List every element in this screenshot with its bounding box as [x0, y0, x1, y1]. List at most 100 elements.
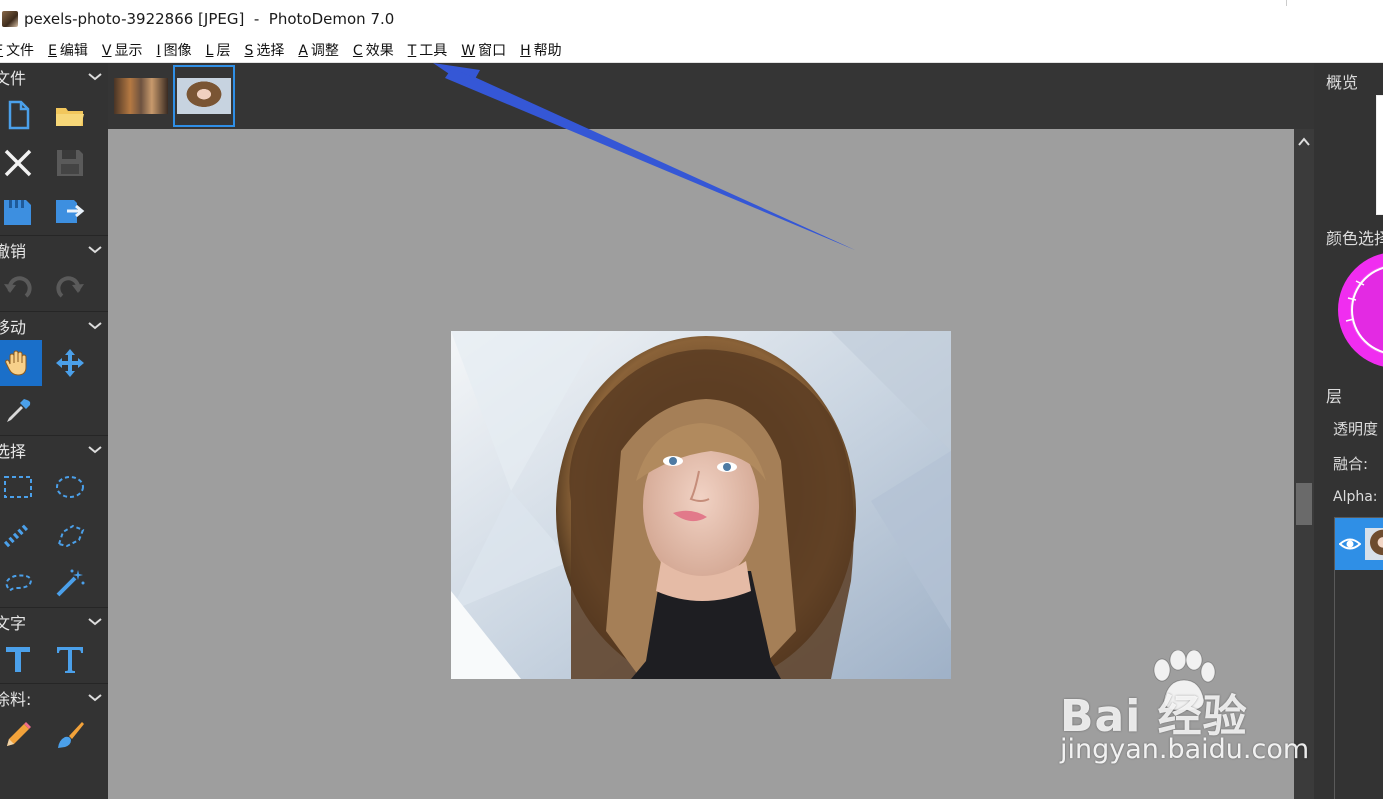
move-arrows-icon[interactable]	[46, 340, 94, 386]
menu-image[interactable]: I 图像	[157, 40, 192, 60]
opacity-label: 透明度	[1333, 420, 1379, 438]
image-tabs-strip	[108, 63, 1314, 129]
pencil-icon[interactable]	[0, 712, 42, 758]
color-selector-title: 颜色选择	[1326, 229, 1383, 248]
menu-effects-key: C	[352, 42, 363, 59]
menu-layer-label: 层	[216, 42, 231, 59]
section-undo-header[interactable]: 撤销	[0, 235, 108, 263]
save-copy-icon[interactable]	[0, 188, 42, 234]
line-select-icon[interactable]	[0, 512, 42, 558]
chevron-down-icon	[88, 617, 102, 625]
menu-adjust-label: 调整	[310, 42, 339, 59]
watermark-url: jingyan.baidu.com	[1060, 734, 1310, 765]
menu-help-key: H	[520, 42, 531, 59]
layer-row[interactable]	[1335, 518, 1383, 570]
window-controls-edge	[1286, 0, 1287, 6]
section-move-label: 移动	[0, 317, 27, 337]
text-typography-icon[interactable]	[46, 636, 94, 682]
chevron-down-icon	[88, 445, 102, 453]
toolbox-panel: 文件 撤销 移动 选择 文字 涂料:	[0, 63, 108, 799]
section-select-header[interactable]: 选择	[0, 435, 108, 463]
blend-mode-label: 融合:	[1333, 455, 1369, 473]
thumbnail-image	[114, 78, 168, 114]
title-bar: pexels-photo-3922866 [JPEG] - PhotoDemon…	[0, 0, 1383, 37]
color-wheel[interactable]	[1334, 253, 1383, 373]
menu-file[interactable]: F文件	[0, 40, 34, 60]
menu-help-label: 帮助	[533, 42, 562, 59]
menu-tools-key: T	[407, 42, 417, 59]
right-panel: 概览 颜色选择 层 透明度 融合: Alpha:	[1314, 63, 1383, 799]
section-select-label: 选择	[0, 441, 27, 461]
scrollbar-thumb[interactable]	[1296, 483, 1312, 525]
brush-icon[interactable]	[46, 712, 94, 758]
menu-edit-key: E	[48, 42, 57, 59]
layers-title: 层	[1326, 387, 1343, 406]
menu-adjust[interactable]: A 调整	[298, 40, 339, 60]
window-title: pexels-photo-3922866 [JPEG] - PhotoDemon…	[24, 9, 395, 28]
export-icon[interactable]	[46, 188, 94, 234]
menu-tools-label: 工具	[419, 42, 448, 59]
eyedropper-icon[interactable]	[0, 388, 42, 434]
menu-window-key: W	[461, 42, 476, 59]
section-undo-label: 撤销	[0, 241, 27, 261]
menu-select[interactable]: S 选择	[244, 40, 284, 60]
chevron-down-icon	[88, 321, 102, 329]
image-tab-thumbnail-active[interactable]	[173, 65, 235, 127]
undo-icon[interactable]	[0, 264, 42, 310]
lasso-select-icon[interactable]	[0, 560, 42, 606]
section-move-header[interactable]: 移动	[0, 311, 108, 339]
menu-view-key: V	[101, 42, 112, 59]
chevron-down-icon	[88, 693, 102, 701]
canvas-image[interactable]	[451, 331, 951, 679]
alpha-label: Alpha:	[1333, 489, 1378, 505]
section-file-label: 文件	[0, 69, 27, 88]
section-file-header[interactable]: 文件	[0, 63, 108, 91]
chevron-down-icon	[88, 245, 102, 253]
rect-select-icon[interactable]	[0, 464, 42, 510]
open-folder-icon[interactable]	[46, 92, 94, 138]
layer-thumbnail	[1365, 528, 1383, 560]
scroll-up-arrow-icon[interactable]	[1298, 137, 1310, 147]
eye-icon[interactable]	[1339, 534, 1361, 554]
text-basic-icon[interactable]	[0, 636, 42, 682]
menu-view[interactable]: V 显示	[102, 40, 143, 60]
section-text-label: 文字	[0, 613, 27, 633]
menu-select-label: 选择	[256, 42, 285, 59]
chevron-down-icon	[88, 73, 102, 81]
menu-tools[interactable]: T 工具	[408, 40, 448, 60]
polygon-select-icon[interactable]	[46, 512, 94, 558]
image-tab-thumbnail[interactable]	[110, 65, 172, 127]
menu-image-label: 图像	[163, 42, 192, 59]
menu-select-key: S	[244, 42, 254, 59]
section-paint-label: 涂料:	[0, 689, 32, 709]
overview-preview[interactable]	[1376, 95, 1383, 215]
menu-adjust-key: A	[298, 42, 308, 59]
overview-title: 概览	[1326, 73, 1359, 92]
menu-file-label: 文件	[6, 42, 35, 59]
redo-icon[interactable]	[46, 264, 94, 310]
close-icon[interactable]	[0, 140, 42, 186]
thumbnail-image	[177, 78, 231, 114]
portrait-photo	[451, 331, 951, 679]
menu-image-key: I	[156, 42, 161, 59]
menu-view-label: 显示	[114, 42, 143, 59]
menu-edit-label: 编辑	[59, 42, 88, 59]
menu-bar: F文件 E编辑 V显示 I图像 L层 S选择 A调整 C效果 T工具 W窗口 H…	[0, 37, 1383, 63]
menu-layer[interactable]: L层	[206, 40, 231, 60]
menu-edit[interactable]: E 编辑	[48, 40, 88, 60]
save-icon[interactable]	[46, 140, 94, 186]
hand-icon[interactable]	[0, 340, 42, 386]
layer-list[interactable]	[1334, 517, 1383, 799]
magic-wand-icon[interactable]	[46, 560, 94, 606]
ellipse-select-icon[interactable]	[46, 464, 94, 510]
menu-file-key: F	[0, 43, 3, 59]
menu-help[interactable]: H 帮助	[520, 40, 562, 60]
new-file-icon[interactable]	[0, 92, 42, 138]
menu-effects[interactable]: C 效果	[353, 40, 394, 60]
baidu-jingyan-watermark: Bai 经验 jingyan.baidu.com	[1060, 650, 1320, 770]
menu-window[interactable]: W 窗口	[461, 40, 506, 60]
menu-effects-label: 效果	[365, 42, 394, 59]
section-paint-header[interactable]: 涂料:	[0, 683, 108, 711]
app-icon	[2, 10, 18, 27]
section-text-header[interactable]: 文字	[0, 607, 108, 635]
